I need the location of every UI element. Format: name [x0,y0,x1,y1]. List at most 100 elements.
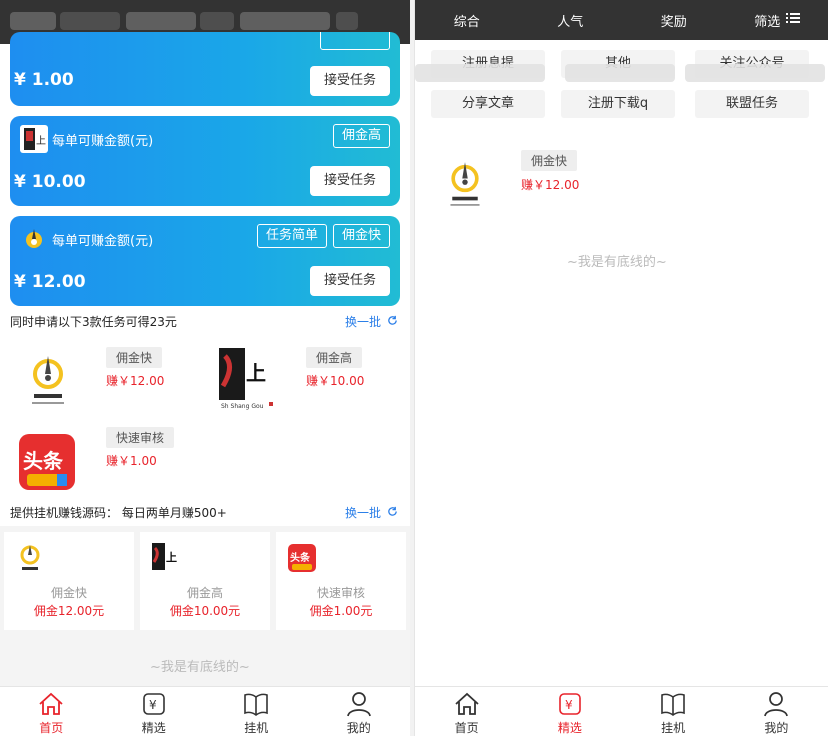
card-price: ¥ 10.00 [14,172,86,192]
item-tag: 佣金快 [106,347,163,368]
accept-task-button[interactable]: 接受任务 [310,166,390,196]
grid-item[interactable]: 佣金快 佣金12.00元 [4,532,134,630]
tab-mine[interactable]: 我的 [725,687,828,736]
category-chip[interactable]: 分享文章 [431,90,545,118]
section-title: 同时申请以下3款任务可得23元 [10,315,177,329]
home-icon [454,691,480,717]
svg-text:¥: ¥ [565,698,573,712]
book-icon [660,691,686,717]
card-tag: 佣金快 [332,224,390,248]
list-filter-icon [786,12,801,28]
svg-text:头条: 头条 [23,449,64,473]
tab-label: 我的 [346,721,371,735]
category-chip[interactable]: 联盟任务 [695,90,809,118]
card-price: ¥ 12.00 [14,272,86,292]
svg-text:¥: ¥ [149,698,157,712]
blurred-overlay [685,64,825,82]
bottom-tab-bar: 首页 ¥ 精选 挂机 我的 [0,686,410,736]
filter-comprehensive[interactable]: 综合 [415,11,519,30]
yen-icon: ¥ [141,691,167,717]
rocket-logo-icon[interactable] [22,350,74,410]
rocket-logo-icon [14,542,46,574]
card-tag [320,32,390,50]
home-panel: ¥ 1.00 接受任务 上 每单可赚金额(元) 佣金高 ¥ 10.00 接受任务 [0,0,410,736]
item-tag: 佣金高 [306,347,363,368]
book-icon [243,691,269,717]
tab-mine[interactable]: 我的 [308,687,411,736]
item-earn: 赚￥10.00 [306,374,365,388]
shangou-logo-icon: 上 [150,542,182,574]
blurred-overlay [415,64,545,82]
yen-icon: ¥ [557,691,583,717]
grid-item-name: 佣金高 [186,586,223,600]
task-card[interactable]: ¥ 1.00 接受任务 [10,32,400,106]
blurred-overlay [565,64,675,82]
filter-label: 人气 [557,14,584,30]
refresh-label: 换一批 [344,315,381,329]
accept-task-button[interactable]: 接受任务 [310,266,390,296]
toutiao-logo-icon[interactable]: 头条 [16,432,78,492]
grid-item-price: 佣金12.00元 [33,604,105,618]
tab-featured[interactable]: ¥ 精选 [103,687,206,736]
refresh-button[interactable]: 换一批 [345,504,398,521]
end-of-list-text: ~我是有底线的~ [567,255,667,270]
grid-item-price: 佣金1.00元 [309,604,373,618]
filter-reward[interactable]: 奖励 [622,11,726,30]
tab-label: 精选 [141,721,166,735]
refresh-label: 换一批 [344,506,381,520]
tab-label: 精选 [557,721,582,735]
featured-panel: 综合 人气 奖励 筛选 注册息提 其他 关注公众号 分享文章 注册下载q 联盟任… [414,0,828,736]
card-price: ¥ 1.00 [14,70,74,90]
tab-hangup[interactable]: 挂机 [205,687,308,736]
shangou-logo-icon[interactable]: 上 Sh Shang Gou [214,345,278,411]
grid-item[interactable]: 头条 快速审核 佣金1.00元 [276,532,406,630]
item-tag: 佣金快 [521,150,578,171]
tab-label: 挂机 [244,721,269,735]
item-earn: 赚￥12.00 [521,178,580,192]
card-header-text: 每单可赚金额(元) [52,133,154,149]
card-tag: 佣金高 [332,124,390,148]
svg-text:头条: 头条 [290,551,311,564]
filter-label: 综合 [453,14,480,30]
toutiao-logo-icon: 头条 [286,542,318,574]
home-icon [38,691,64,717]
tab-label: 挂机 [661,721,686,735]
refresh-button[interactable]: 换一批 [345,313,398,330]
tab-label: 首页 [454,721,479,735]
refresh-icon [387,315,398,329]
tab-label: 我的 [764,721,789,735]
svg-text:Sh Shang Gou: Sh Shang Gou [221,403,264,410]
tab-home[interactable]: 首页 [415,687,518,736]
item-earn: 赚￥12.00 [106,374,165,388]
refresh-icon [387,506,398,520]
bottom-tab-bar: 首页 ¥ 精选 挂机 我的 [415,686,828,736]
filter-popularity[interactable]: 人气 [519,11,623,30]
accept-task-button[interactable]: 接受任务 [310,66,390,96]
tab-hangup[interactable]: 挂机 [622,687,725,736]
shangou-logo-icon: 上 [20,125,48,153]
grid-item[interactable]: 上 佣金高 佣金10.00元 [140,532,270,630]
grid-item-price: 佣金10.00元 [169,604,241,618]
task-card[interactable]: 每单可赚金额(元) 任务简单 佣金快 ¥ 12.00 接受任务 [10,216,400,306]
tab-label: 首页 [39,721,64,735]
category-chip[interactable]: 注册下载q [561,90,675,118]
user-icon [763,691,789,717]
section-title: 提供挂机赚钱源码： 每日两单月赚500+ [10,506,227,520]
end-of-list-text: ~我是有底线的~ [150,660,250,675]
svg-text:上: 上 [36,135,46,147]
filter-label: 筛选 [754,14,781,30]
task-card[interactable]: 上 每单可赚金额(元) 佣金高 ¥ 10.00 接受任务 [10,116,400,206]
tab-home[interactable]: 首页 [0,687,103,736]
filter-bar: 综合 人气 奖励 筛选 [415,0,828,40]
screen: ¥ 1.00 接受任务 上 每单可赚金额(元) 佣金高 ¥ 10.00 接受任务 [0,0,828,736]
rocket-logo-icon[interactable] [443,156,487,212]
grid-item-name: 佣金快 [50,586,87,600]
item-tag: 快速审核 [106,427,175,448]
card-tag: 任务简单 [256,224,327,248]
rocket-logo-icon [20,225,48,253]
filter-screen[interactable]: 筛选 [726,11,828,30]
filter-label: 奖励 [660,14,687,30]
svg-text:上: 上 [246,361,266,385]
tab-featured[interactable]: ¥ 精选 [518,687,621,736]
grid-item-name: 快速审核 [316,586,365,600]
